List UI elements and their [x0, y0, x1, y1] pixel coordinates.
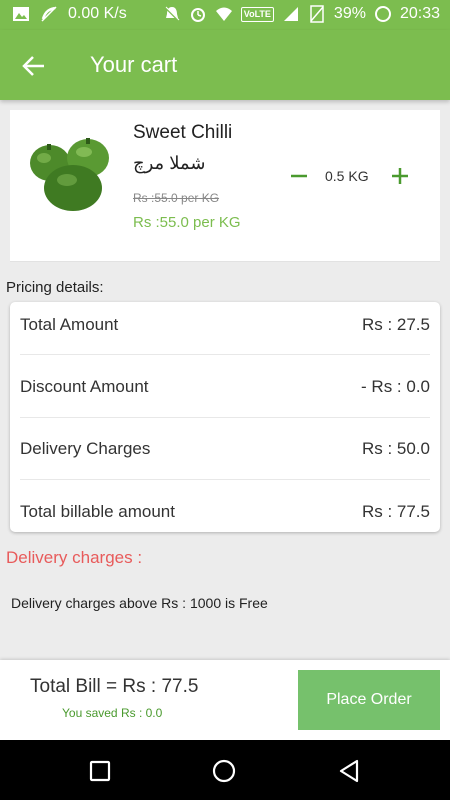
divider [20, 417, 430, 418]
place-order-button[interactable]: Place Order [298, 670, 440, 730]
product-image [30, 138, 109, 211]
wifi-icon [215, 7, 232, 21]
volte-badge: VoLTE [240, 6, 274, 22]
signal-icon [283, 7, 298, 21]
price-row-label: Discount Amount [20, 377, 149, 396]
quantity-value: 0.5 KG [325, 168, 369, 184]
battery-percent: 39% [333, 5, 366, 22]
recents-icon[interactable] [87, 758, 113, 784]
price-row-value: Rs : 27.5 [361, 315, 430, 334]
home-icon[interactable] [211, 758, 237, 784]
price-row-billable: Total billable amount Rs : 77.5 [10, 489, 440, 551]
delivery-charges-heading: Delivery charges : [6, 548, 143, 567]
minus-icon[interactable] [288, 162, 310, 190]
network-speed: 0.00 K/s [68, 5, 127, 22]
image-icon [13, 7, 29, 21]
pricing-card: Total Amount Rs : 27.5 Discount Amount -… [10, 302, 440, 532]
divider [20, 354, 430, 355]
current-price: Rs :55.0 per KG [133, 214, 241, 231]
delivery-charges-note: Delivery charges above Rs : 1000 is Free [11, 595, 268, 611]
original-price: Rs :55.0 per KG [133, 191, 220, 205]
battery-icon [374, 6, 391, 22]
price-row-label: Total billable amount [20, 502, 175, 521]
price-row-label: Total Amount [20, 315, 119, 334]
total-bill: Total Bill = Rs : 77.5 [30, 676, 199, 697]
mute-bell-icon [164, 6, 180, 22]
price-row-value: Rs : 77.5 [361, 502, 430, 521]
savings-text: You saved Rs : 0.0 [62, 706, 163, 720]
arrow-back-icon[interactable] [20, 52, 48, 80]
data-saver-off-icon [41, 6, 57, 22]
back-nav-icon[interactable] [337, 758, 363, 784]
price-row-value: Rs : 50.0 [361, 439, 430, 458]
plus-icon[interactable] [388, 162, 412, 190]
price-row-label: Delivery Charges [20, 439, 151, 458]
app-bar: Your cart [0, 30, 450, 100]
product-name: Sweet Chilli [133, 122, 233, 143]
status-bar: 0.00 K/s VoLTE 39% 20:33 [0, 0, 450, 30]
checkout-bar: Total Bill = Rs : 77.5 You saved Rs : 0.… [0, 660, 450, 740]
page-title: Your cart [90, 52, 178, 77]
alarm-icon [190, 8, 205, 22]
system-nav-bar [0, 740, 450, 800]
pricing-heading: Pricing details: [6, 279, 104, 296]
no-sim-icon [310, 5, 324, 23]
price-row-value: - Rs : 0.0 [361, 377, 430, 396]
cart-item-card: Sweet Chilli شملا مرچ Rs :55.0 per KG Rs… [10, 110, 440, 262]
clock: 20:33 [399, 5, 440, 22]
product-name-urdu: شملا مرچ [133, 153, 206, 173]
divider [20, 479, 430, 480]
